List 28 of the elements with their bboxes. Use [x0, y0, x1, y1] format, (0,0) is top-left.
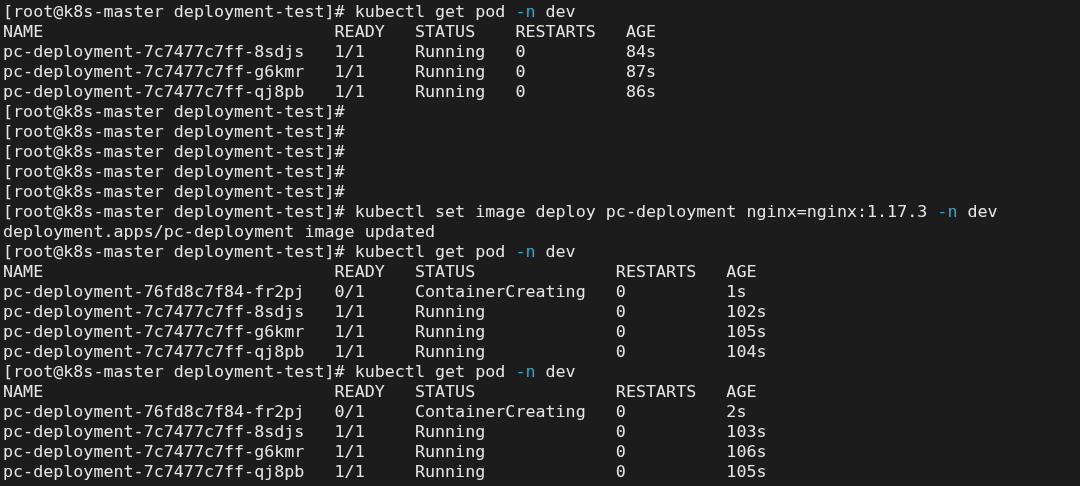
output-text: pc-deployment-7c7477c7ff-qj8pb 1/1 Running 0 86s	[3, 81, 657, 101]
shell-prompt: [root@k8s-master deployment-test]#	[3, 101, 345, 121]
output-text: pc-deployment-7c7477c7ff-g6kmr 1/1 Running 0 106s	[3, 441, 767, 461]
shell-prompt: [root@k8s-master deployment-test]#	[3, 161, 345, 181]
output-text: NAME READY STATUS RESTARTS AGE	[3, 21, 657, 41]
output-text: pc-deployment-7c7477c7ff-g6kmr 1/1 Running 0 105s	[3, 321, 767, 341]
shell-prompt: [root@k8s-master deployment-test]#	[3, 201, 345, 221]
command-text: kubectl set image deploy pc-deployment nginx=nginx:1.17.3 -n dev	[354, 201, 998, 221]
command-text: kubectl get pod -n dev	[354, 361, 576, 381]
output-text: NAME READY STATUS RESTARTS AGE	[3, 381, 757, 401]
shell-prompt: [root@k8s-master deployment-test]#	[3, 141, 345, 161]
output-text: deployment.apps/pc-deployment image updated	[3, 221, 435, 241]
output-text: pc-deployment-7c7477c7ff-qj8pb 1/1 Running 0 105s	[3, 461, 767, 481]
output-text: pc-deployment-7c7477c7ff-8sdjs 1/1 Running 0 84s	[3, 41, 657, 61]
command-text: kubectl get pod -n dev	[354, 241, 576, 261]
shell-prompt: [root@k8s-master deployment-test]#	[3, 1, 345, 21]
output-text: pc-deployment-7c7477c7ff-qj8pb 1/1 Running 0 104s	[3, 341, 767, 361]
output-text: pc-deployment-76fd8c7f84-fr2pj 0/1 ContainerCreating 0 2s	[3, 401, 747, 421]
command-text: kubectl get pod -n dev	[354, 1, 576, 21]
shell-prompt: [root@k8s-master deployment-test]#	[3, 241, 345, 261]
output-text: NAME READY STATUS RESTARTS AGE	[3, 261, 757, 281]
shell-prompt: [root@k8s-master deployment-test]#	[3, 361, 345, 381]
output-text: pc-deployment-7c7477c7ff-8sdjs 1/1 Running 0 102s	[3, 301, 767, 321]
output-text: pc-deployment-7c7477c7ff-8sdjs 1/1 Running 0 103s	[3, 421, 767, 441]
shell-prompt: [root@k8s-master deployment-test]#	[3, 121, 345, 141]
shell-prompt: [root@k8s-master deployment-test]#	[3, 181, 345, 201]
output-text: pc-deployment-7c7477c7ff-g6kmr 1/1 Running 0 87s	[3, 61, 657, 81]
output-text: pc-deployment-76fd8c7f84-fr2pj 0/1 ContainerCreating 0 1s	[3, 281, 747, 301]
